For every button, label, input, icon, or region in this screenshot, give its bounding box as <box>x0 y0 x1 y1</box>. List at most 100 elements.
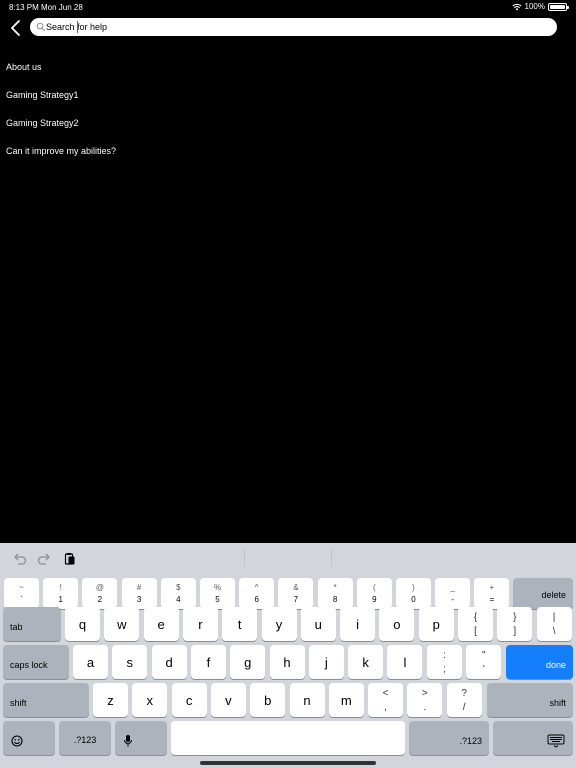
key-t[interactable]: t <box>222 607 258 641</box>
key-d[interactable]: d <box>151 645 187 679</box>
delete-key[interactable]: delete <box>513 578 573 609</box>
key-pair-a-0[interactable]: :; <box>427 645 462 679</box>
key-h[interactable]: h <box>269 645 305 679</box>
search-bar[interactable] <box>30 18 557 36</box>
key-letter-label: g <box>244 654 252 670</box>
key-pair-z-0[interactable]: <, <box>368 683 403 717</box>
key-q[interactable]: q <box>65 607 100 641</box>
key-v[interactable]: v <box>210 683 246 717</box>
numbers-key-right[interactable]: .?123 <box>409 721 489 755</box>
key-j[interactable]: j <box>308 645 344 679</box>
shift-key-left[interactable]: shift <box>3 683 89 717</box>
done-key[interactable]: done <box>506 645 573 679</box>
key-number-3[interactable]: #3 <box>121 578 157 609</box>
key-number-label: 5 <box>215 595 220 604</box>
key-number-0[interactable]: ~ ` <box>4 578 39 609</box>
key-pair-z-1[interactable]: >. <box>407 683 443 717</box>
key-z[interactable]: z <box>93 683 128 717</box>
help-item-about-us[interactable]: About us <box>0 52 576 80</box>
key-number-label: ` <box>20 595 23 604</box>
key-letter-label: u <box>314 616 322 632</box>
help-item-gaming-strategy1[interactable]: Gaming Strategy1 <box>0 80 576 108</box>
key-number-label: 0 <box>411 595 416 604</box>
key-symbol-label: ? <box>461 688 467 699</box>
tab-key[interactable]: tab <box>3 607 61 641</box>
dictation-key[interactable] <box>115 721 167 755</box>
key-letter-label: h <box>283 654 291 670</box>
key-pair-a-1[interactable]: " ' <box>466 645 502 679</box>
emoji-key[interactable] <box>3 721 55 755</box>
key-letter-label: s <box>126 654 134 670</box>
key-pair-q-2[interactable]: | \ <box>536 607 572 641</box>
hide-keyboard-key[interactable] <box>493 721 573 755</box>
wifi-icon <box>511 3 522 10</box>
key-p[interactable]: p <box>418 607 454 641</box>
key-b[interactable]: b <box>250 683 286 717</box>
numbers-key-left[interactable]: .?123 <box>59 721 111 755</box>
redo-icon[interactable] <box>36 551 52 567</box>
key-symbol-label: ~ <box>19 583 24 592</box>
key-number-label: 7 <box>293 595 299 604</box>
key-k[interactable]: k <box>348 645 384 679</box>
key-o[interactable]: o <box>379 607 415 641</box>
key-r[interactable]: r <box>182 607 218 641</box>
key-number-5[interactable]: % 5 <box>200 578 235 609</box>
key-symbol-label: > <box>421 688 428 699</box>
key-symbol-label: + <box>489 583 495 592</box>
key-m[interactable]: m <box>328 683 364 717</box>
key-number-10[interactable]: ) 0 <box>396 578 431 609</box>
key-x[interactable]: x <box>132 683 168 717</box>
key-number-8[interactable]: * 8 <box>317 578 353 609</box>
key-n[interactable]: n <box>289 683 325 717</box>
shift-key-right[interactable]: shift <box>487 683 573 717</box>
key-f[interactable]: f <box>190 645 226 679</box>
delete-label: delete <box>541 590 566 600</box>
key-number-4[interactable]: $4 <box>160 578 196 609</box>
key-number-label: 3 <box>136 595 142 604</box>
key-u[interactable]: u <box>300 607 336 641</box>
key-pair-q-1[interactable]: }] <box>497 607 533 641</box>
key-letter-label: a <box>86 654 95 670</box>
paste-icon[interactable] <box>62 551 78 567</box>
key-symbol-label: ) <box>412 583 415 592</box>
key-number-label: 8 <box>332 595 338 604</box>
space-key[interactable] <box>171 721 405 755</box>
key-l[interactable]: l <box>387 645 423 679</box>
key-pair-z-2[interactable]: ? / <box>446 683 482 717</box>
key-s[interactable]: s <box>112 645 148 679</box>
undo-icon[interactable] <box>12 551 28 567</box>
key-symbol-label: & <box>293 583 299 592</box>
key-letter-label: m <box>340 692 352 708</box>
key-symbol-label: ; <box>443 664 446 675</box>
key-number-12[interactable]: + = <box>474 578 510 609</box>
key-i[interactable]: i <box>340 607 376 641</box>
caps-lock-key[interactable]: caps lock <box>3 645 69 679</box>
key-number-label: 1 <box>58 595 63 604</box>
key-c[interactable]: c <box>171 683 207 717</box>
key-pair-q-0[interactable]: {[ <box>458 607 493 641</box>
key-number-9[interactable]: (9 <box>356 578 392 609</box>
emoji-icon <box>11 735 23 747</box>
key-letter-label: t <box>237 616 242 632</box>
help-item-gaming-strategy2[interactable]: Gaming Strategy2 <box>0 108 576 136</box>
key-number-label: - <box>451 595 455 604</box>
key-w[interactable]: w <box>104 607 140 641</box>
key-symbol-label: [ <box>474 626 477 637</box>
key-number-2[interactable]: @2 <box>82 578 118 609</box>
key-e[interactable]: e <box>143 607 179 641</box>
help-item-improve-abilities[interactable]: Can it improve my abilities? <box>0 136 576 164</box>
search-input[interactable] <box>46 19 546 35</box>
key-y[interactable]: y <box>261 607 297 641</box>
key-letter-label: i <box>356 616 360 632</box>
key-symbol-label: . <box>423 702 427 713</box>
back-chevron-icon[interactable] <box>8 18 24 38</box>
key-letter-label: y <box>275 616 283 632</box>
key-number-7[interactable]: & 7 <box>278 578 314 609</box>
key-letter-label: w <box>117 616 127 632</box>
key-number-6[interactable]: ^ 6 <box>239 578 275 609</box>
key-g[interactable]: g <box>230 645 266 679</box>
key-letter-label: c <box>185 692 193 708</box>
key-number-11[interactable]: _ - <box>435 578 471 609</box>
key-number-1[interactable]: ! 1 <box>43 578 79 609</box>
key-a[interactable]: a <box>73 645 108 679</box>
